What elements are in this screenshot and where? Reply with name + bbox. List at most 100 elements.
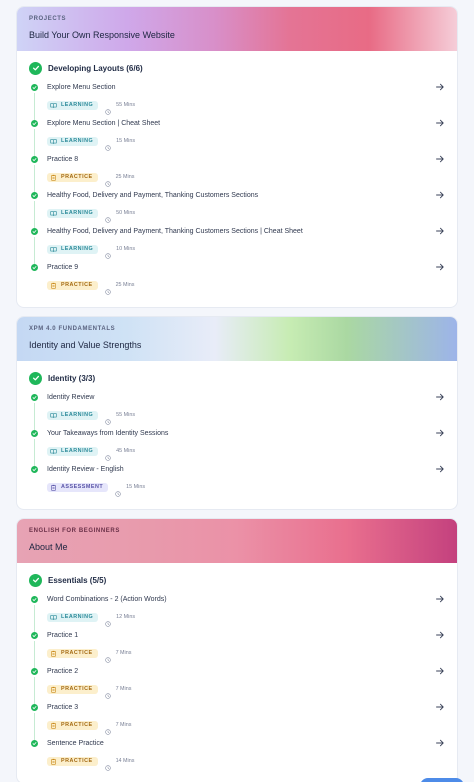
check-circle-icon — [31, 596, 38, 603]
list-item[interactable]: Identity Review - English ASSESSMENT 15 Mi… — [29, 465, 445, 501]
type-badge: PRACTICE — [47, 756, 98, 766]
list-item[interactable]: Explore Menu Section | Cheat Sheet LEARNI… — [29, 118, 445, 159]
list-item[interactable]: Word Combinations - 2 (Action Words) LEAR… — [29, 594, 445, 635]
arrow-right-icon[interactable] — [435, 190, 445, 200]
arrow-right-icon[interactable] — [435, 262, 445, 272]
course-header[interactable]: ENGLISH FOR BEGINNERS About Me — [17, 519, 457, 563]
duration: 7 Mins — [115, 650, 132, 656]
duration: 15 Mins — [116, 138, 136, 144]
item-meta: PRACTICE 7 Mins — [47, 684, 445, 699]
arrow-right-icon[interactable] — [435, 392, 445, 402]
type-badge: PRACTICE — [47, 648, 98, 658]
type-badge-label: PRACTICE — [61, 174, 93, 180]
list-item[interactable]: Healthy Food, Delivery and Payment, Than… — [29, 226, 445, 267]
course-list: PROJECTS Build Your Own Responsive Websit… — [0, 0, 474, 782]
arrow-right-icon[interactable] — [435, 82, 445, 92]
item-meta: LEARNING 15 Mins — [47, 136, 445, 151]
arrow-right-icon[interactable] — [435, 738, 445, 748]
type-badge: PRACTICE — [47, 172, 98, 182]
list-item[interactable]: Healthy Food, Delivery and Payment, Than… — [29, 190, 445, 231]
book-icon — [50, 412, 57, 419]
list-item[interactable]: Explore Menu Section LEARNING 55 Mins — [29, 82, 445, 123]
item-title: Healthy Food, Delivery and Payment, Than… — [47, 228, 303, 235]
course-header[interactable]: XPM 4.0 FUNDAMENTALS Identity and Value S… — [17, 317, 457, 361]
check-circle-icon — [29, 371, 42, 385]
clipboard-icon — [50, 722, 57, 729]
module-title: Identity (3/3) — [48, 373, 96, 383]
item-title: Your Takeaways from Identity Sessions — [47, 430, 169, 437]
type-badge-label: LEARNING — [61, 138, 94, 144]
item-title: Practice 1 — [47, 632, 79, 639]
book-icon — [50, 210, 57, 217]
type-badge-label: PRACTICE — [61, 686, 93, 692]
item-meta: PRACTICE 25 Mins — [47, 280, 445, 295]
course-card: PROJECTS Build Your Own Responsive Websit… — [16, 6, 458, 308]
arrow-right-icon[interactable] — [435, 154, 445, 164]
type-badge: PRACTICE — [47, 720, 98, 730]
type-badge-label: LEARNING — [61, 614, 94, 620]
item-title: Explore Menu Section — [47, 84, 116, 91]
check-circle-icon — [29, 61, 42, 75]
clock-icon — [104, 722, 111, 735]
course-card: XPM 4.0 FUNDAMENTALS Identity and Value S… — [16, 316, 458, 510]
type-badge: LEARNING — [47, 612, 99, 622]
arrow-right-icon[interactable] — [435, 594, 445, 604]
clock-icon — [105, 138, 111, 151]
floating-action-button[interactable] — [420, 778, 464, 782]
type-badge-label: LEARNING — [61, 246, 94, 252]
course-card: ENGLISH FOR BEGINNERS About Me Essentials … — [16, 518, 458, 782]
course-body: Identity (3/3) Identity Review LEARNING 55 … — [17, 361, 457, 509]
type-badge-label: PRACTICE — [61, 282, 93, 288]
clipboard-icon — [50, 174, 57, 181]
type-badge-label: PRACTICE — [61, 650, 93, 656]
list-item[interactable]: Practice 3 PRACTICE 7 Mins — [29, 702, 445, 743]
item-title: Practice 3 — [47, 704, 79, 711]
module-header[interactable]: Identity (3/3) — [29, 369, 445, 387]
check-circle-icon — [31, 430, 38, 437]
list-item[interactable]: Practice 8 PRACTICE 25 Mins — [29, 154, 445, 195]
list-item[interactable]: Your Takeaways from Identity Sessions LEA… — [29, 428, 445, 469]
clock-icon — [104, 650, 111, 663]
list-item[interactable]: Practice 1 PRACTICE 7 Mins — [29, 630, 445, 671]
type-badge: LEARNING — [47, 136, 99, 146]
check-circle-icon — [31, 192, 38, 199]
clock-icon — [105, 102, 111, 115]
book-icon — [50, 138, 57, 145]
arrow-right-icon[interactable] — [435, 630, 445, 640]
arrow-right-icon[interactable] — [435, 666, 445, 676]
arrow-right-icon[interactable] — [435, 464, 445, 474]
list-item[interactable]: Identity Review LEARNING 55 Mins — [29, 392, 445, 433]
clock-icon — [105, 412, 111, 425]
item-meta: LEARNING 55 Mins — [47, 100, 445, 115]
item-title: Sentence Practice — [47, 740, 104, 747]
list-item[interactable]: Practice 9 PRACTICE 25 Mins — [29, 263, 445, 299]
check-circle-icon — [31, 632, 38, 639]
arrow-right-icon[interactable] — [435, 428, 445, 438]
check-circle-icon — [31, 466, 38, 473]
module-header[interactable]: Essentials (5/5) — [29, 571, 445, 589]
type-badge: LEARNING — [47, 410, 99, 420]
clock-icon — [105, 448, 111, 461]
arrow-right-icon[interactable] — [435, 226, 445, 236]
course-body: Developing Layouts (6/6) Explore Menu Sec… — [17, 51, 457, 307]
item-meta: PRACTICE 7 Mins — [47, 648, 445, 663]
type-badge: LEARNING — [47, 446, 99, 456]
module-header[interactable]: Developing Layouts (6/6) — [29, 59, 445, 77]
list-item[interactable]: Practice 2 PRACTICE 7 Mins — [29, 666, 445, 707]
check-circle-icon — [31, 264, 38, 271]
item-title: Practice 9 — [47, 264, 79, 271]
item-meta: LEARNING 10 Mins — [47, 244, 445, 259]
module-title: Developing Layouts (6/6) — [48, 63, 143, 73]
arrow-right-icon[interactable] — [435, 702, 445, 712]
check-circle-icon — [31, 84, 38, 91]
book-icon — [50, 614, 57, 621]
clock-icon — [104, 282, 111, 295]
check-circle-icon — [31, 394, 38, 401]
type-badge-label: LEARNING — [61, 412, 94, 418]
duration: 15 Mins — [126, 484, 146, 490]
list-item[interactable]: Sentence Practice PRACTICE 14 Mins — [29, 739, 445, 775]
arrow-right-icon[interactable] — [435, 118, 445, 128]
duration: 25 Mins — [115, 282, 135, 288]
course-header[interactable]: PROJECTS Build Your Own Responsive Websit… — [17, 7, 457, 51]
item-title: Identity Review — [47, 394, 95, 401]
